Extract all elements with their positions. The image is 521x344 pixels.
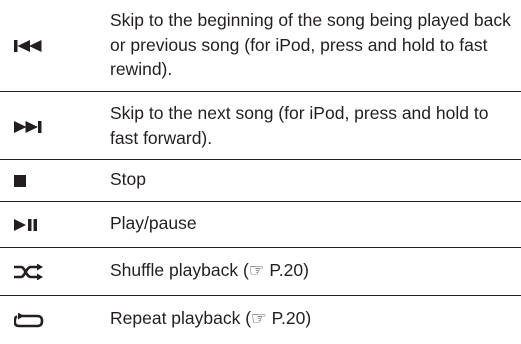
shuffle-icon xyxy=(14,262,54,282)
stop-icon xyxy=(14,171,54,191)
row-description: Skip to the next song (for iPod, press a… xyxy=(110,103,489,148)
row-description: Stop xyxy=(110,169,146,189)
button-function-table: Skip to the beginning of the song being … xyxy=(0,0,521,344)
row-description: Shuffle playback (☞ P.20) xyxy=(110,260,309,280)
play-pause-icon xyxy=(14,215,54,235)
repeat-icon xyxy=(14,311,54,331)
table-row: Skip to the beginning of the song being … xyxy=(0,0,521,92)
row-description: Play/pause xyxy=(110,213,197,233)
table-row: Skip to the next song (for iPod, press a… xyxy=(0,92,521,160)
table-row: Shuffle playback (☞ P.20) xyxy=(0,248,521,296)
skip-next-icon xyxy=(14,117,54,137)
table-row: Play/pause xyxy=(0,202,521,248)
row-description: Repeat playback (☞ P.20) xyxy=(110,308,312,328)
table-row: Repeat playback (☞ P.20) xyxy=(0,296,521,344)
table-row: Stop xyxy=(0,160,521,202)
skip-previous-icon xyxy=(14,36,54,56)
row-description: Skip to the beginning of the song being … xyxy=(110,10,511,79)
